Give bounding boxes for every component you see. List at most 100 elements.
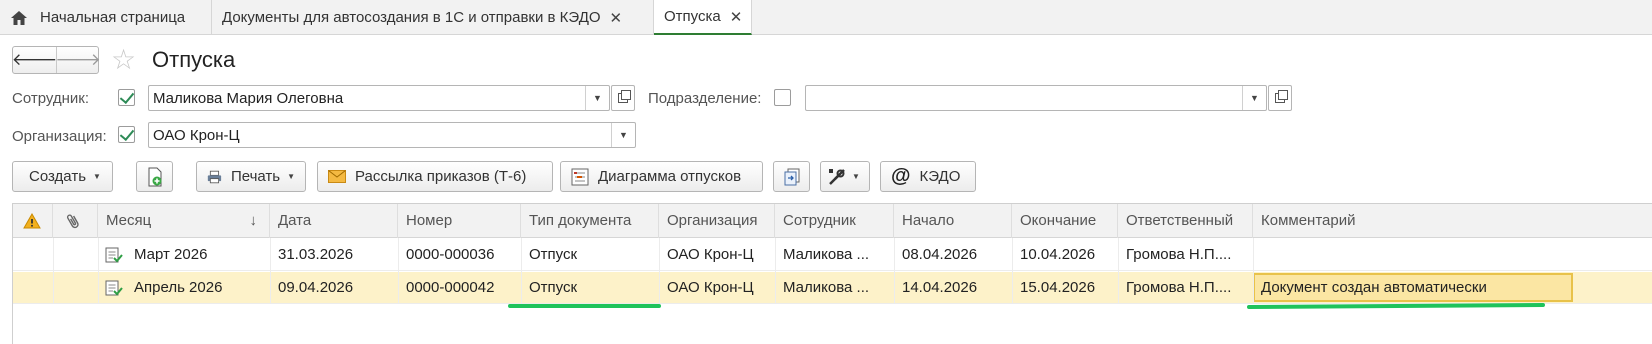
cell-date: 31.03.2026 <box>278 246 354 263</box>
cell-month: Апрель 2026 <box>134 279 223 296</box>
column-divider <box>775 238 776 304</box>
print-label: Печать <box>230 168 281 185</box>
table-header: Месяц ↓ Дата Номер Тип документа Организ… <box>13 204 1652 238</box>
open-form-icon <box>1275 90 1288 103</box>
chevron-down-icon[interactable]: ▼ <box>585 86 609 110</box>
column-divider <box>1012 238 1013 304</box>
tab-label: Начальная страница <box>40 9 186 26</box>
column-divider <box>53 238 54 304</box>
department-label: Подразделение: <box>648 90 762 107</box>
navigation-buttons: 🡐 🡒 <box>12 46 101 74</box>
vacation-diagram-button[interactable]: Диаграмма отпусков <box>560 161 763 192</box>
paperclip-icon <box>66 214 79 229</box>
copy-document-button[interactable] <box>773 161 810 192</box>
column-header-employee[interactable]: Сотрудник <box>775 204 894 238</box>
column-header-label: Окончание <box>1020 212 1097 229</box>
column-divider <box>659 238 660 304</box>
cell-number: 0000-000036 <box>406 246 495 263</box>
forward-button[interactable]: 🡒 <box>55 47 101 73</box>
column-header-label: Комментарий <box>1261 212 1356 229</box>
open-employee-button[interactable] <box>611 85 635 111</box>
tab-home[interactable]: Начальная страница <box>0 0 212 35</box>
warning-icon <box>23 213 41 229</box>
diagram-icon <box>571 168 589 185</box>
cell-doc-type: Отпуск <box>529 279 578 296</box>
cell-date: 09.04.2026 <box>278 279 354 296</box>
department-checkbox[interactable] <box>774 89 791 106</box>
chevron-down-icon[interactable]: ▼ <box>1242 86 1266 110</box>
cell-employee: Маликова ... <box>783 246 870 263</box>
column-header-month[interactable]: Месяц ↓ <box>98 204 270 238</box>
tools-icon <box>829 168 845 185</box>
column-header-label: Сотрудник <box>783 212 856 229</box>
cell-number: 0000-000042 <box>406 279 495 296</box>
column-divider <box>521 238 522 304</box>
open-department-button[interactable] <box>1268 85 1292 111</box>
organization-value: ОАО Крон-Ц <box>153 126 240 144</box>
column-header-date[interactable]: Дата <box>270 204 398 238</box>
column-header-doc-type[interactable]: Тип документа <box>521 204 659 238</box>
organization-field[interactable]: ОАО Крон-Ц ▼ <box>148 122 636 148</box>
cell-responsible: Громова Н.П.... <box>1126 246 1232 263</box>
tab-bar: Начальная страница Документы для автосоз… <box>0 0 1652 35</box>
column-divider <box>98 238 99 304</box>
cell-comment-active[interactable]: Документ создан автоматически <box>1253 273 1573 302</box>
close-icon[interactable]: ✕ <box>610 9 623 27</box>
column-divider <box>1118 238 1119 304</box>
create-label: Создать <box>29 168 87 185</box>
employee-label: Сотрудник: <box>12 90 90 107</box>
tab-label: Отпуска <box>664 8 721 25</box>
favorite-star-icon[interactable]: ☆ <box>111 45 136 75</box>
cell-organization: ОАО Крон-Ц <box>667 279 754 296</box>
print-button[interactable]: Печать ▼ <box>196 161 306 192</box>
mailing-label: Рассылка приказов (Т-6) <box>355 168 527 185</box>
column-header-number[interactable]: Номер <box>398 204 521 238</box>
cell-doc-type: Отпуск <box>529 246 578 263</box>
diagram-label: Диаграмма отпусков <box>598 168 742 185</box>
column-header-organization[interactable]: Организация <box>659 204 775 238</box>
department-field[interactable]: ▼ <box>805 85 1267 111</box>
column-header-comment[interactable]: Комментарий <box>1253 204 1652 238</box>
close-icon[interactable]: ✕ <box>730 8 743 26</box>
cell-organization: ОАО Крон-Ц <box>667 246 754 263</box>
warning-column-header[interactable] <box>13 204 53 238</box>
column-header-label: Номер <box>406 212 453 229</box>
sort-down-icon: ↓ <box>249 212 258 229</box>
create-button[interactable]: Создать ▼ <box>12 161 113 192</box>
home-icon <box>11 10 27 25</box>
employee-checkbox[interactable] <box>118 89 135 106</box>
employee-field[interactable]: Маликова Мария Олеговна ▼ <box>148 85 610 111</box>
column-header-end[interactable]: Окончание <box>1012 204 1118 238</box>
tab-vacations[interactable]: Отпуска ✕ <box>654 0 752 35</box>
column-header-label: Организация <box>667 212 758 229</box>
attachment-column-header[interactable] <box>53 204 98 238</box>
chevron-down-icon: ▼ <box>852 172 860 181</box>
kedo-label: КЭДО <box>919 168 961 185</box>
column-header-start[interactable]: Начало <box>894 204 1012 238</box>
mailing-orders-button[interactable]: Рассылка приказов (Т-6) <box>317 161 553 192</box>
table-row-selected[interactable]: Апрель 2026 09.04.2026 0000-000042 Отпус… <box>13 272 1652 304</box>
chevron-down-icon: ▼ <box>93 172 101 181</box>
cell-responsible: Громова Н.П.... <box>1126 279 1232 296</box>
cell-start: 08.04.2026 <box>902 246 978 263</box>
printer-icon <box>207 170 222 183</box>
kedo-button[interactable]: @ КЭДО <box>880 161 976 192</box>
column-divider <box>894 238 895 304</box>
create-based-on-button[interactable] <box>136 161 173 192</box>
open-form-icon <box>618 90 631 103</box>
cell-end: 10.04.2026 <box>1020 246 1096 263</box>
envelope-icon <box>328 170 346 183</box>
organization-checkbox[interactable] <box>118 126 135 143</box>
column-header-label: Дата <box>278 212 312 229</box>
tab-documents[interactable]: Документы для автосоздания в 1С и отправ… <box>212 0 654 35</box>
add-document-icon <box>148 167 161 186</box>
back-button[interactable]: 🡐 <box>12 47 58 73</box>
chevron-down-icon[interactable]: ▼ <box>611 123 635 147</box>
table-row[interactable]: Март 2026 31.03.2026 0000-000036 Отпуск … <box>13 239 1652 271</box>
settings-button[interactable]: ▼ <box>820 161 870 192</box>
column-header-label: Месяц <box>106 212 152 229</box>
posted-document-icon <box>105 280 123 296</box>
column-header-responsible[interactable]: Ответственный <box>1118 204 1253 238</box>
documents-table: Месяц ↓ Дата Номер Тип документа Организ… <box>12 203 1652 344</box>
cell-end: 15.04.2026 <box>1020 279 1096 296</box>
